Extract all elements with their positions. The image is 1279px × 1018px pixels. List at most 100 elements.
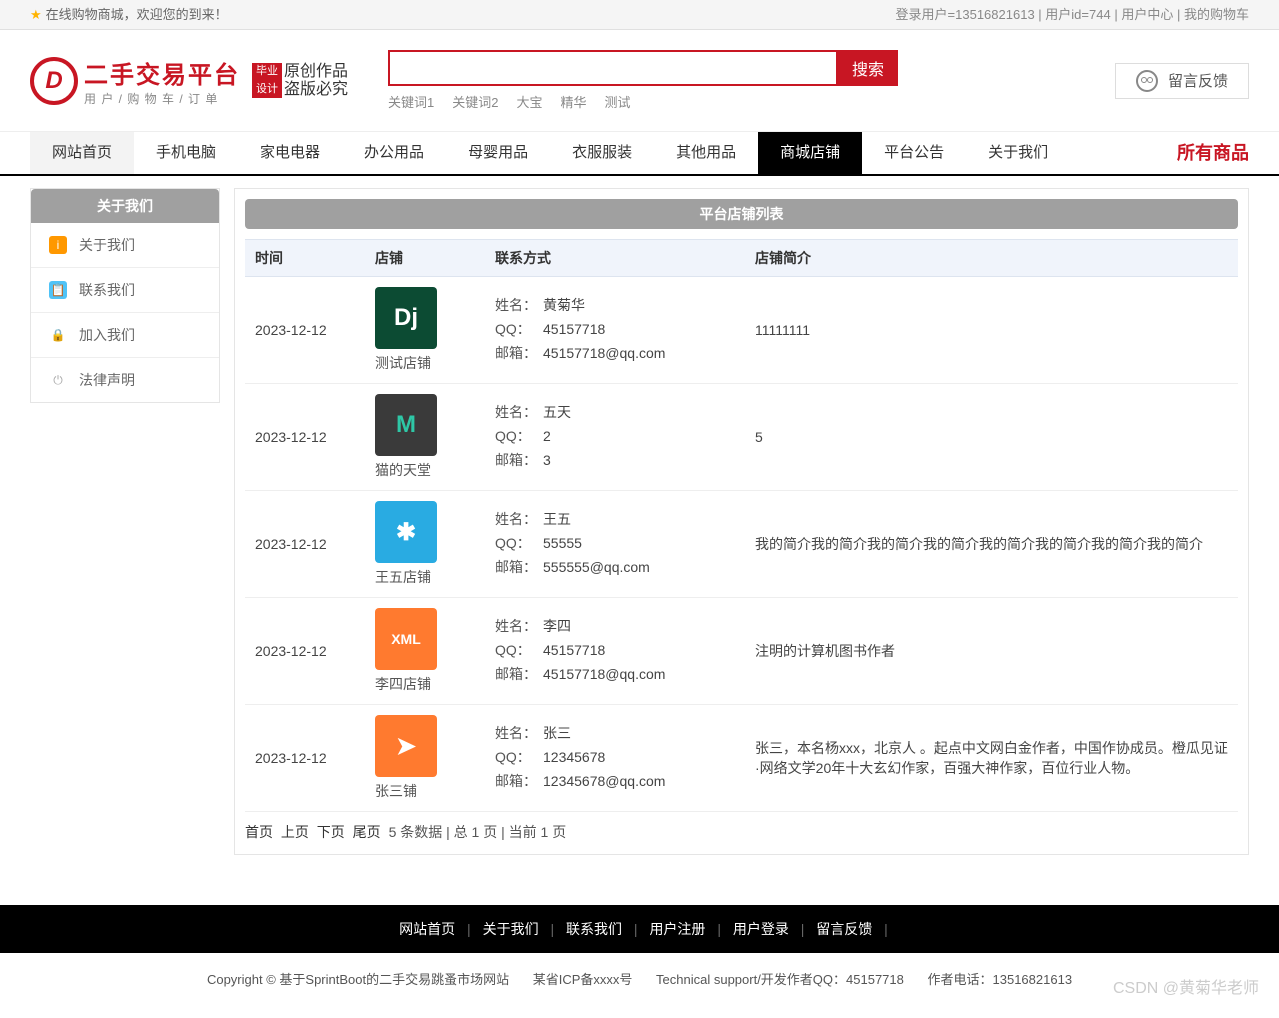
table-row: 2023-12-12➤ 张三铺 姓名：张三QQ：12345678邮箱：1234567…	[245, 705, 1238, 812]
nav-item[interactable]: 母婴用品	[446, 132, 550, 174]
main-area: 关于我们 i关于我们 📋 联系我们 🔒 加入我们 ⏻ 法律声明 平台店铺列表 时间店铺联系方…	[0, 176, 1279, 885]
shop-table: 时间店铺联系方式店铺简介 2023-12-12Dj测试店铺姓名：黄菊华QQ：45…	[245, 239, 1238, 812]
search-block: 搜索 关键词1 关键词2 大宝 精华 测试	[388, 50, 898, 111]
nav-item[interactable]: 商城店铺	[758, 132, 862, 174]
cell-time: 2023-12-12	[245, 705, 365, 812]
shop-thumb-icon[interactable]: ✱	[375, 501, 437, 563]
sidebar-item-label: 联系我们	[79, 280, 135, 300]
shop-name-link[interactable]: 猫的天堂	[375, 460, 431, 480]
pager-prev[interactable]: 上页	[281, 824, 309, 840]
nav-item[interactable]: 其他用品	[654, 132, 758, 174]
shop-thumb-icon[interactable]: M	[375, 394, 437, 456]
table-row: 2023-12-12Dj 测试店铺 姓名：黄菊华QQ：45157718邮箱：4515…	[245, 277, 1238, 384]
pager-first[interactable]: 首页	[245, 824, 273, 840]
cell-intro: 11111111	[745, 277, 1238, 384]
feedback-button[interactable]: 留言反馈	[1115, 63, 1249, 99]
pager: 首页 上页 下页 尾页 5 条数据 | 总 1 页 | 当前 1 页	[245, 812, 1238, 844]
shop-thumb-icon[interactable]: ➤	[375, 715, 437, 777]
pager-next[interactable]: 下页	[317, 824, 345, 840]
login-user: 登录用户=13516821613	[896, 7, 1035, 22]
logo[interactable]: D 二手交易平台 用 户 / 购 物 车 / 订 单 毕业 设计 原创作品 盗版…	[30, 55, 348, 107]
cell-time: 2023-12-12	[245, 491, 365, 598]
cell-time: 2023-12-12	[245, 598, 365, 705]
main-nav: 网站首页手机电脑家电电器办公用品母婴用品衣服服装其他用品商城店铺平台公告关于我们…	[0, 131, 1279, 176]
shop-thumb-icon[interactable]: Dj	[375, 287, 437, 349]
nav-item[interactable]: 办公用品	[342, 132, 446, 174]
top-right-links: 登录用户=13516821613 | 用户id=744 | 用户中心 | 我的购…	[896, 0, 1249, 29]
nav-item[interactable]: 衣服服装	[550, 132, 654, 174]
top-bar: ★在线购物商城，欢迎您的到来！ 登录用户=13516821613 | 用户id=…	[0, 0, 1279, 30]
user-center-link[interactable]: 用户中心	[1121, 7, 1173, 22]
logo-title: 二手交易平台	[84, 55, 240, 90]
content-panel: 平台店铺列表 时间店铺联系方式店铺简介 2023-12-12Dj测试店铺姓名：黄…	[234, 188, 1249, 855]
cell-shop: ✱ 王五店铺	[365, 491, 485, 598]
sidebar: 关于我们 i关于我们 📋 联系我们 🔒 加入我们 ⏻ 法律声明	[30, 188, 220, 403]
cell-time: 2023-12-12	[245, 384, 365, 491]
shop-name-link[interactable]: 张三铺	[375, 781, 417, 801]
footer-nav: 网站首页 | 关于我们 | 联系我们 | 用户注册 | 用户登录 | 留言反馈 …	[0, 905, 1279, 953]
cell-shop: ➤ 张三铺	[365, 705, 485, 812]
keyword-link[interactable]: 关键词1	[388, 95, 434, 110]
panel-title: 平台店铺列表	[245, 199, 1238, 229]
nav-item[interactable]: 手机电脑	[134, 132, 238, 174]
keyword-link[interactable]: 测试	[605, 95, 631, 110]
nav-item[interactable]: 关于我们	[966, 132, 1070, 174]
logo-subtitle: 用 户 / 购 物 车 / 订 单	[84, 90, 240, 107]
logo-icon: D	[30, 57, 78, 105]
table-row: 2023-12-12M猫的天堂姓名：五天QQ：2邮箱：35	[245, 384, 1238, 491]
watermark: CSDN @黄菊华老师	[1113, 974, 1259, 998]
cell-intro: 注明的计算机图书作者	[745, 598, 1238, 705]
sidebar-item-label: 法律声明	[79, 370, 135, 390]
nav-item[interactable]: 家电电器	[238, 132, 342, 174]
cell-intro: 我的简介我的简介我的简介我的简介我的简介我的简介我的简介我的简介	[745, 491, 1238, 598]
shop-name-link[interactable]: 王五店铺	[375, 567, 431, 587]
sidebar-item[interactable]: i关于我们	[31, 223, 219, 267]
star-icon: ★	[30, 7, 42, 22]
cell-intro: 5	[745, 384, 1238, 491]
cell-contact: 姓名：张三QQ：12345678邮箱：12345678@qq.com	[485, 705, 745, 812]
footer-nav-link[interactable]: 留言反馈	[816, 921, 872, 937]
sidebar-item-label: 加入我们	[79, 325, 135, 345]
cell-contact: 姓名：李四QQ：45157718邮箱：45157718@qq.com	[485, 598, 745, 705]
power-icon: ⏻	[49, 371, 67, 389]
keyword-link[interactable]: 精华	[561, 95, 587, 110]
footer-nav-link[interactable]: 用户登录	[733, 921, 789, 937]
shop-name-link[interactable]: 李四店铺	[375, 674, 431, 694]
search-button[interactable]: 搜索	[838, 50, 898, 86]
shop-thumb-icon[interactable]: XML	[375, 608, 437, 670]
my-cart-link[interactable]: 我的购物车	[1184, 7, 1249, 22]
search-input[interactable]	[388, 50, 838, 86]
footer-nav-link[interactable]: 用户注册	[649, 921, 705, 937]
sidebar-item[interactable]: 🔒 加入我们	[31, 312, 219, 357]
table-row: 2023-12-12XML 李四店铺 姓名：李四QQ：45157718邮箱：4515…	[245, 598, 1238, 705]
keyword-link[interactable]: 关键词2	[452, 95, 498, 110]
cell-time: 2023-12-12	[245, 277, 365, 384]
welcome-text: ★在线购物商城，欢迎您的到来！	[30, 0, 228, 29]
table-header: 联系方式	[485, 240, 745, 277]
lock-icon: 🔒	[49, 326, 67, 344]
cell-shop: XML 李四店铺	[365, 598, 485, 705]
nav-all-products[interactable]: 所有商品	[1177, 132, 1249, 174]
nav-item[interactable]: 网站首页	[30, 132, 134, 174]
table-header: 店铺	[365, 240, 485, 277]
pager-summary: 5 条数据 | 总 1 页 | 当前 1 页	[389, 824, 567, 840]
table-header: 时间	[245, 240, 365, 277]
search-keywords: 关键词1 关键词2 大宝 精华 测试	[388, 92, 898, 111]
cell-intro: 张三，本名杨xxx，北京人 。起点中文网白金作者，中国作协成员。橙瓜见证·网络文…	[745, 705, 1238, 812]
sidebar-item[interactable]: ⏻ 法律声明	[31, 357, 219, 402]
footer-nav-link[interactable]: 网站首页	[399, 921, 455, 937]
sidebar-item[interactable]: 📋 联系我们	[31, 267, 219, 312]
sidebar-item-label: 关于我们	[79, 235, 135, 255]
cell-contact: 姓名：王五QQ：55555邮箱：555555@qq.com	[485, 491, 745, 598]
clip-icon: 📋	[49, 281, 67, 299]
nav-item[interactable]: 平台公告	[862, 132, 966, 174]
shop-name-link[interactable]: 测试店铺	[375, 353, 431, 373]
cell-contact: 姓名：黄菊华QQ：45157718邮箱：45157718@qq.com	[485, 277, 745, 384]
logo-badges: 毕业 设计 原创作品 盗版必究	[252, 63, 348, 98]
table-row: 2023-12-12✱ 王五店铺 姓名：王五QQ：55555邮箱：555555@qq…	[245, 491, 1238, 598]
footer-nav-link[interactable]: 联系我们	[566, 921, 622, 937]
footer-nav-link[interactable]: 关于我们	[483, 921, 539, 937]
pager-last[interactable]: 尾页	[353, 824, 381, 840]
keyword-link[interactable]: 大宝	[516, 95, 542, 110]
user-id: 用户id=744	[1045, 7, 1110, 22]
